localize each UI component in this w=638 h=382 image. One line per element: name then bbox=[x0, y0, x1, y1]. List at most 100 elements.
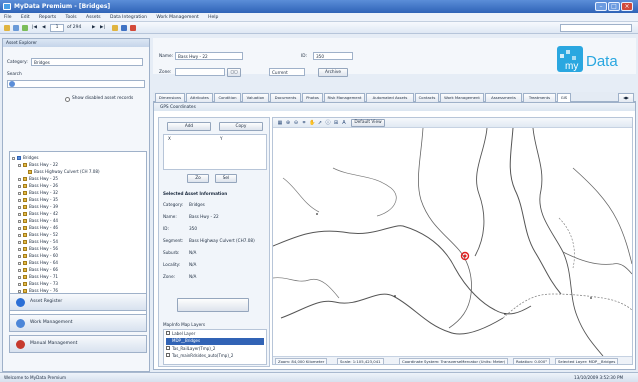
gps-copy-button[interactable]: Copy bbox=[219, 122, 263, 131]
zone-lookup-button[interactable]: ◻◻ bbox=[227, 68, 241, 77]
tree-item[interactable]: Bass Hwy - 42 bbox=[18, 210, 58, 217]
map-layers-title: MapInfo Map Layers bbox=[163, 322, 206, 327]
toolbar-search-input[interactable] bbox=[560, 24, 632, 32]
menu-work-management[interactable]: Work Management bbox=[152, 13, 202, 20]
tree-item[interactable]: Bass Hwy - 35 bbox=[18, 196, 58, 203]
layer-item-selected[interactable]: MDP__Bridges bbox=[166, 338, 264, 345]
record-position[interactable]: 1 bbox=[50, 24, 64, 32]
nav-label: Asset Register bbox=[30, 299, 63, 304]
tab-attributes[interactable]: Attributes bbox=[186, 93, 213, 102]
first-record-icon[interactable]: |◀ bbox=[32, 24, 37, 32]
zone-field[interactable] bbox=[175, 68, 225, 76]
menu-edit[interactable]: Edit bbox=[17, 13, 34, 20]
info-icon[interactable]: ⓘ bbox=[325, 120, 331, 126]
tree-item-label: Bass Highway Culvert (CH 7.08) bbox=[34, 169, 100, 174]
zoom-in-icon[interactable]: ⊕ bbox=[285, 120, 291, 126]
tree-item[interactable]: Bass Hwy - 71 bbox=[18, 273, 58, 280]
tab-contacts[interactable]: Contacts bbox=[415, 93, 439, 102]
refresh-icon[interactable] bbox=[13, 25, 19, 31]
menu-reports[interactable]: Reports bbox=[35, 13, 60, 20]
maximize-icon[interactable]: □ bbox=[608, 2, 620, 11]
gps-coordinates-grid[interactable]: X Y bbox=[163, 134, 267, 170]
category-select[interactable]: Bridges bbox=[31, 58, 143, 66]
nav-asset-register[interactable]: Asset Register bbox=[9, 293, 147, 311]
tab-gis[interactable]: GIS bbox=[557, 93, 571, 102]
tree-item[interactable]: Bass Hwy - 56 bbox=[18, 245, 58, 252]
tree-item[interactable]: Bass Hwy - 44 bbox=[18, 217, 58, 224]
layer-item[interactable]: Tas_RailLayer(Tmp)_2 bbox=[166, 346, 215, 351]
tab-work-management[interactable]: Work Management bbox=[440, 93, 484, 102]
tree-item[interactable]: Bass Hwy - 32 bbox=[18, 189, 58, 196]
gps-add-button[interactable]: Add bbox=[167, 122, 211, 131]
tree-root-label: Bridges bbox=[23, 155, 39, 160]
tab-scroll-arrows[interactable]: ◀▶ bbox=[618, 93, 634, 102]
folder-icon[interactable] bbox=[4, 25, 10, 31]
label-icon[interactable]: A bbox=[341, 120, 347, 126]
save-icon[interactable] bbox=[121, 25, 127, 31]
search-input[interactable] bbox=[7, 80, 145, 88]
show-disabled-radio[interactable] bbox=[65, 97, 70, 102]
map-canvas[interactable] bbox=[273, 128, 632, 356]
tree-item[interactable]: Bass Hwy - 64 bbox=[18, 259, 58, 266]
zoom-out-icon[interactable]: ⊖ bbox=[293, 120, 299, 126]
tree-item[interactable]: Bass Hwy - 39 bbox=[18, 203, 58, 210]
id-field[interactable]: 350 bbox=[313, 52, 353, 60]
nav-manual-management[interactable]: Manual Management bbox=[9, 335, 147, 353]
name-field[interactable]: Bass Hwy - 22 bbox=[175, 52, 243, 60]
record-count: of 294 bbox=[67, 25, 82, 30]
map-layers-list[interactable]: Label Layer MDP__Bridges Tas_RailLayer(T… bbox=[163, 329, 267, 365]
tree-item[interactable]: Bass Hwy - 46 bbox=[18, 224, 58, 231]
menu-help[interactable]: Help bbox=[204, 13, 222, 20]
tree-root[interactable]: Bridges bbox=[12, 154, 38, 161]
status-bar: Welcome to MyData Premium 13/10/2009 3:5… bbox=[0, 372, 638, 382]
tab-treatments[interactable]: Treatments bbox=[523, 93, 556, 102]
archive-button[interactable]: Archive bbox=[318, 68, 348, 77]
menu-file[interactable]: File bbox=[0, 13, 16, 20]
tab-dimensions[interactable]: Dimensions bbox=[155, 93, 185, 102]
gps-zoom-button[interactable]: Zo bbox=[187, 174, 209, 183]
layer-control-icon[interactable]: ▦ bbox=[277, 120, 283, 126]
minimize-icon[interactable]: – bbox=[595, 2, 607, 11]
tab-photos[interactable]: Photos bbox=[302, 93, 323, 102]
layer-item[interactable]: Tas_mainRdsides_auto(Tmp)_2 bbox=[166, 353, 233, 358]
tree-item[interactable]: Bass Hwy - 52 bbox=[18, 231, 58, 238]
close-icon[interactable]: × bbox=[621, 2, 633, 11]
tab-valuation[interactable]: Valuation bbox=[242, 93, 269, 102]
tree-item[interactable]: Bass Hwy - 73 bbox=[18, 280, 58, 287]
menu-tools[interactable]: Tools bbox=[62, 13, 81, 20]
tree-item[interactable]: Bass Hwy - 66 bbox=[18, 266, 58, 273]
tree-item[interactable]: Bass Hwy - 22 bbox=[18, 161, 58, 168]
add-icon[interactable] bbox=[112, 25, 118, 31]
layer-item[interactable]: Label Layer bbox=[166, 331, 195, 336]
tab-condition[interactable]: Condition bbox=[214, 93, 241, 102]
gis-map[interactable]: ▦ ⊕ ⊖ ⌗ ✋ ➚ ⓘ ⊞ A Default View Zoom: 84,… bbox=[272, 117, 633, 365]
update-location-button[interactable] bbox=[177, 298, 249, 312]
new-record-icon[interactable] bbox=[22, 25, 28, 31]
default-view-button[interactable]: Default View bbox=[351, 119, 385, 127]
tab-automated-assets[interactable]: Automated Assets bbox=[366, 93, 414, 102]
tree-item[interactable]: Bass Hwy - 26 bbox=[18, 182, 58, 189]
pan-icon[interactable]: ✋ bbox=[309, 120, 315, 126]
tree-item-label: Bass Hwy - 32 bbox=[29, 190, 59, 195]
last-record-icon[interactable]: ▶| bbox=[100, 24, 105, 32]
select-icon[interactable]: ➚ bbox=[317, 120, 323, 126]
tab-risk-management[interactable]: Risk Management bbox=[324, 93, 365, 102]
ruler-icon[interactable]: ⊞ bbox=[333, 120, 339, 126]
tab-documents[interactable]: Documents bbox=[270, 93, 301, 102]
next-record-icon[interactable]: ▶ bbox=[92, 24, 95, 32]
menu-assets[interactable]: Assets bbox=[82, 13, 105, 20]
gps-select-button[interactable]: Sel bbox=[215, 174, 237, 183]
delete-icon[interactable] bbox=[130, 25, 136, 31]
nav-work-management[interactable]: Work Management bbox=[9, 314, 147, 332]
tree-item[interactable]: Bass Hwy - 54 bbox=[18, 238, 58, 245]
tree-item[interactable]: Bass Hwy - 60 bbox=[18, 252, 58, 259]
bridge-point bbox=[504, 313, 506, 315]
tree-item[interactable]: Bass Highway Culvert (CH 7.08) bbox=[28, 168, 100, 175]
tree-item[interactable]: Bass Hwy - 25 bbox=[18, 175, 58, 182]
search-icon[interactable] bbox=[9, 81, 15, 87]
tab-assessments[interactable]: Assessments bbox=[485, 93, 522, 102]
status-select[interactable]: Current bbox=[269, 68, 305, 76]
prev-record-icon[interactable]: ◀ bbox=[42, 24, 45, 32]
zoom-extent-icon[interactable]: ⌗ bbox=[301, 120, 307, 126]
menu-data-integration[interactable]: Data Integration bbox=[106, 13, 151, 20]
